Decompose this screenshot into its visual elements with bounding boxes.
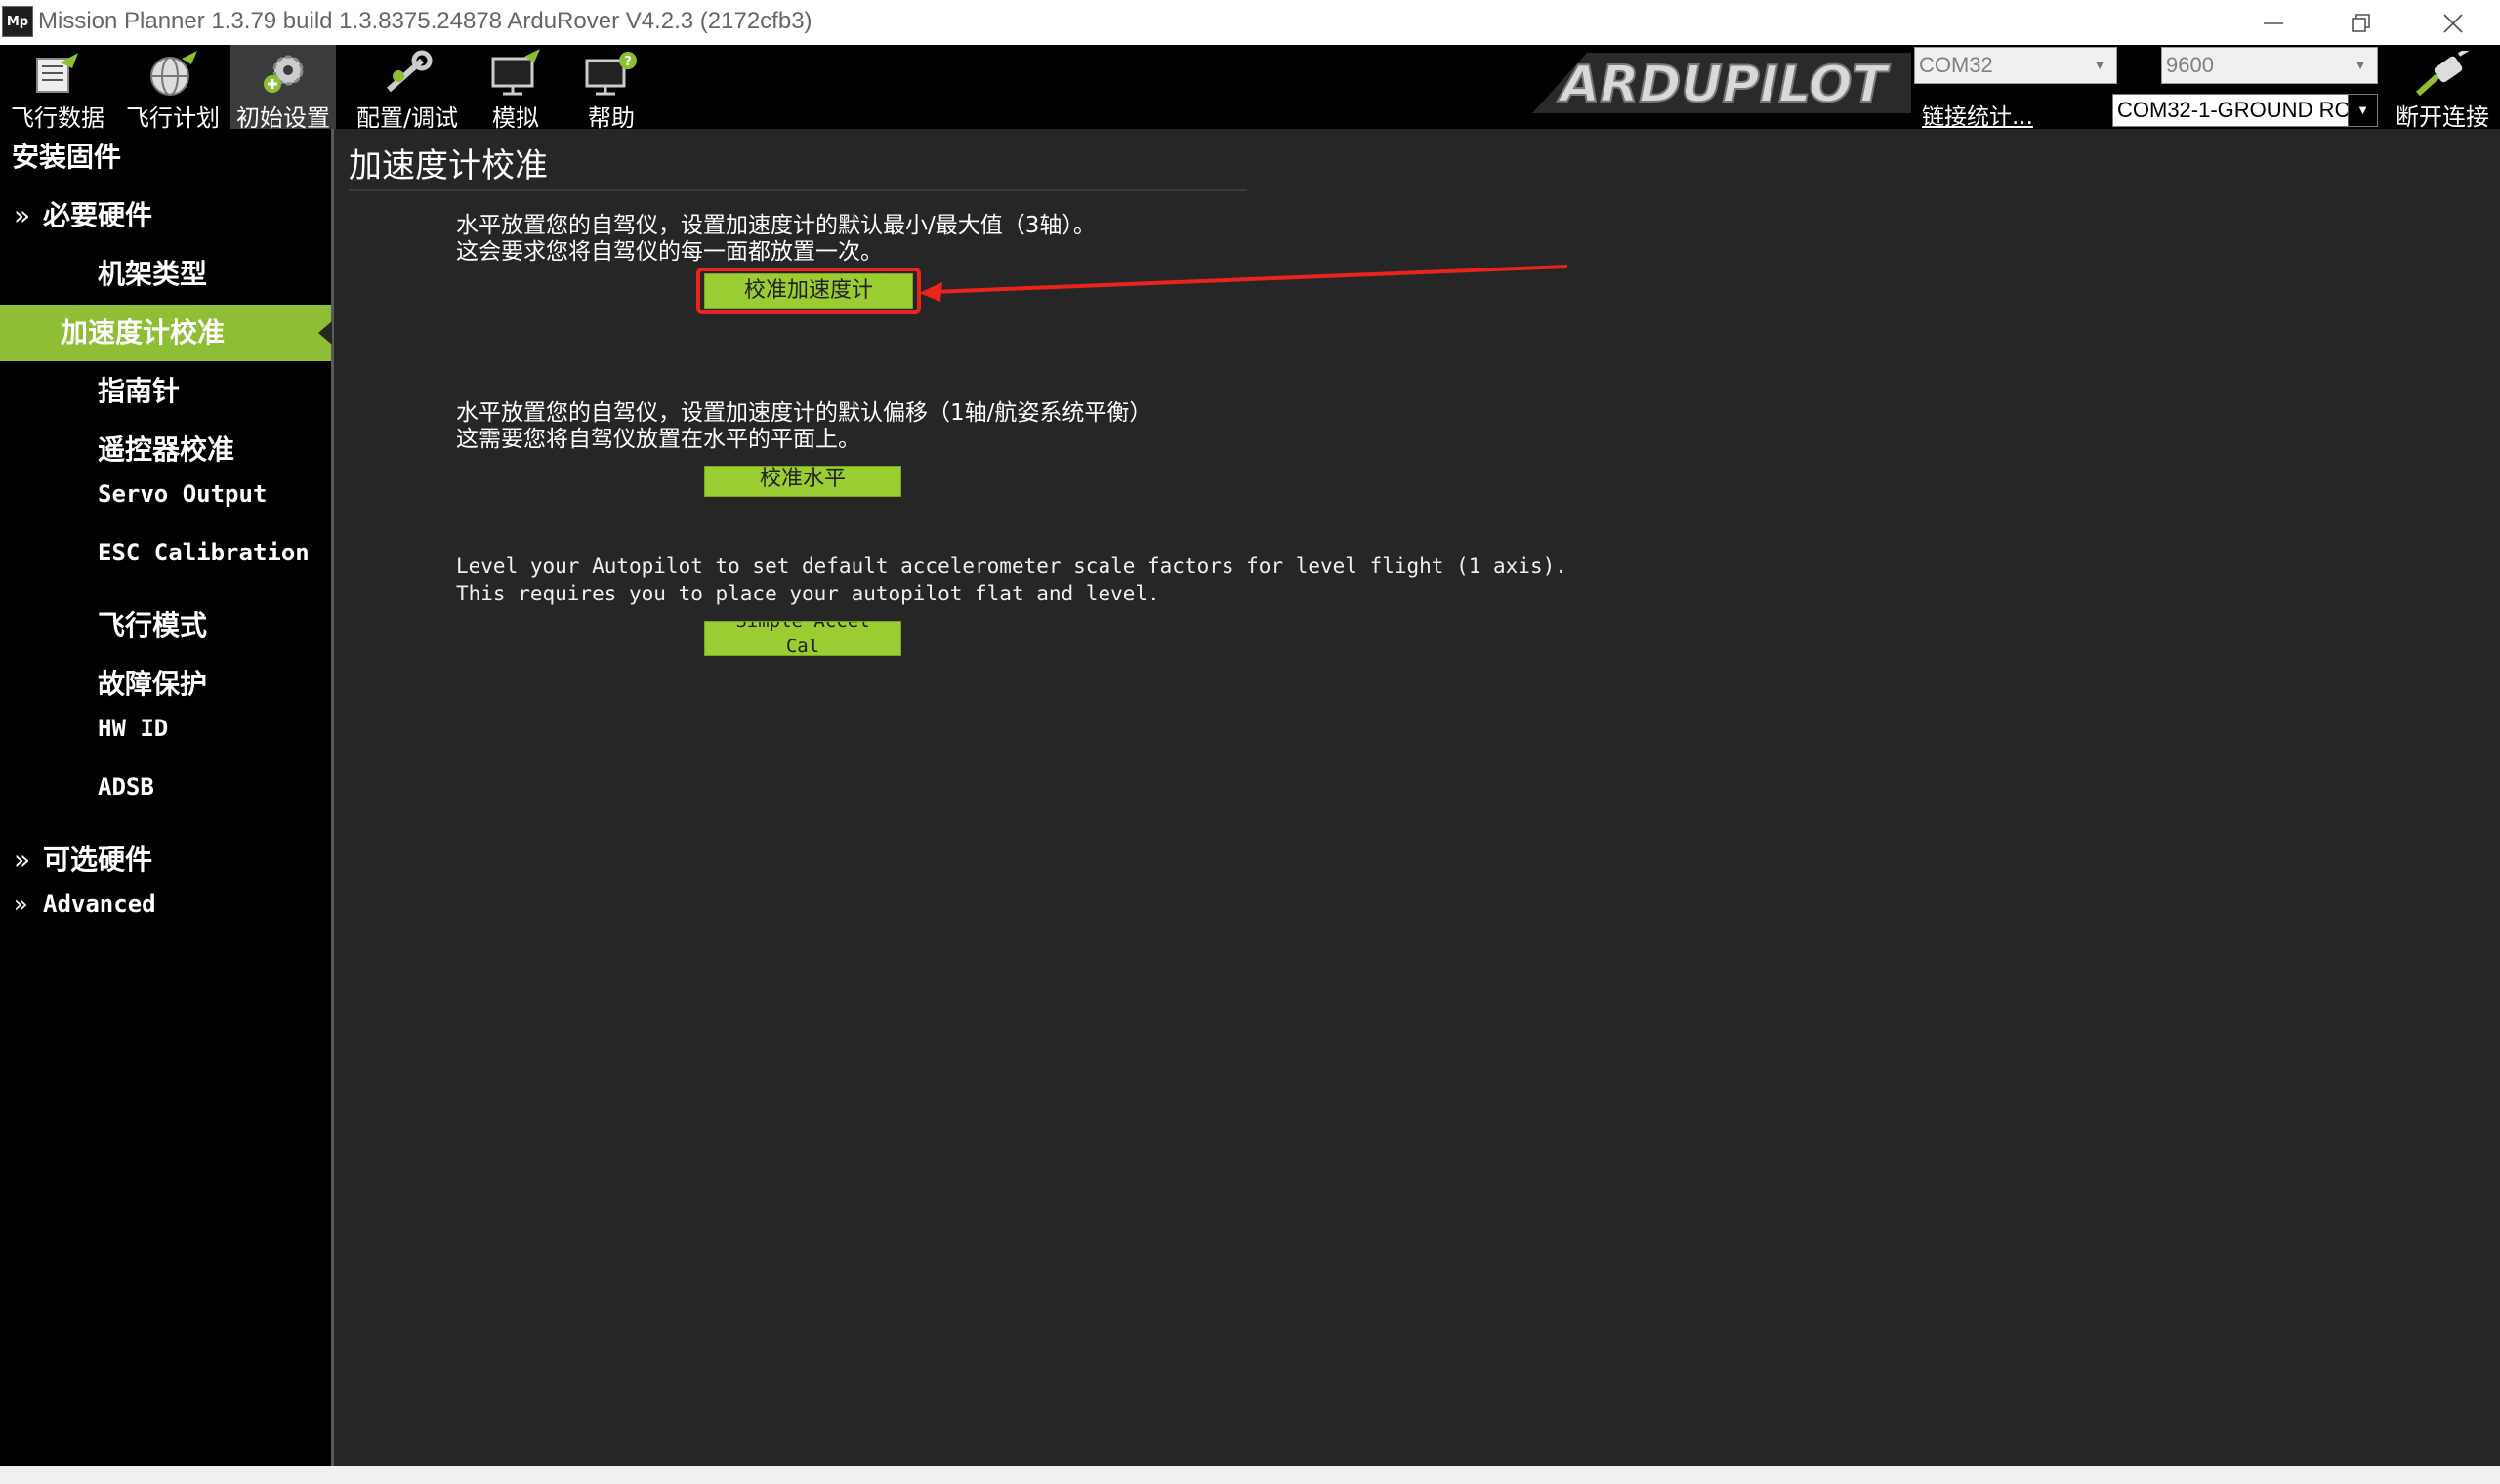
svg-text:ARDUPILOT: ARDUPILOT bbox=[1557, 56, 1891, 114]
sidebar-item-label: 遥控器校准 bbox=[98, 433, 235, 466]
sidebar-item-label: ESC Calibration bbox=[98, 539, 310, 566]
port-select[interactable]: COM32 ▼ bbox=[1914, 47, 2117, 84]
title-bar: Mp Mission Planner 1.3.79 build 1.3.8375… bbox=[0, 0, 2500, 45]
toolbar-config-tuning[interactable]: 配置/调试 bbox=[348, 45, 467, 132]
toolbar-simulation[interactable]: 模拟 bbox=[473, 45, 559, 132]
accel-calibration-panel: 加速度计校准 水平放置您的自驾仪，设置加速度计的默认最小/最大值（3轴）。 这会… bbox=[337, 129, 2500, 1466]
section3-line2: This requires you to place your autopilo… bbox=[456, 582, 1160, 605]
section2-line2: 这需要您将自驾仪放置在水平的平面上。 bbox=[456, 427, 860, 452]
baud-select[interactable]: 9600 ▼ bbox=[2161, 47, 2378, 84]
sidebar-item-accel-calibration[interactable]: 加速度计校准 bbox=[0, 305, 332, 361]
minimize-icon bbox=[2264, 22, 2283, 24]
main-toolbar: 飞行数据 飞行计划 初始设置 配置/调试 模拟 ? 帮助 ARDUPILOT C… bbox=[0, 45, 2500, 132]
simulation-icon bbox=[491, 49, 540, 96]
sidebar-item-label: 飞行模式 bbox=[98, 609, 208, 641]
double-chevron-icon: » bbox=[14, 890, 28, 918]
sidebar-item-label: Advanced bbox=[43, 890, 156, 918]
sidebar-item-label: Servo Output bbox=[98, 480, 268, 508]
minimize-button[interactable] bbox=[2229, 0, 2316, 45]
sidebar-item-label: 故障保护 bbox=[98, 668, 208, 700]
sidebar-item-hw-id[interactable]: HW ID bbox=[0, 715, 331, 771]
sidebar-item-esc-calibration[interactable]: ESC Calibration bbox=[0, 539, 331, 596]
sidebar-item-mandatory-hardware[interactable]: » 必要硬件 bbox=[0, 187, 331, 244]
sidebar-item-optional-hardware[interactable]: » 可选硬件 bbox=[0, 832, 331, 888]
initial-setup-icon bbox=[264, 55, 304, 93]
section3-line1: Level your Autopilot to set default acce… bbox=[456, 555, 1567, 578]
sidebar-item-compass[interactable]: 指南针 bbox=[0, 363, 331, 420]
page-title: 加速度计校准 bbox=[349, 146, 548, 186]
restore-icon bbox=[2352, 14, 2370, 32]
baud-value: 9600 bbox=[2166, 53, 2214, 77]
toolbar-initial-setup[interactable]: 初始设置 bbox=[230, 45, 336, 132]
section1-line1: 水平放置您的自驾仪，设置加速度计的默认最小/最大值（3轴）。 bbox=[456, 213, 1096, 238]
help-icon: ? bbox=[585, 52, 637, 96]
sidebar-item-label: 指南针 bbox=[98, 375, 181, 407]
simple-accel-cal-line2: Cal bbox=[785, 636, 820, 656]
close-button[interactable] bbox=[2408, 0, 2496, 45]
sidebar-item-label: 必要硬件 bbox=[43, 199, 153, 231]
title-divider bbox=[349, 189, 1247, 191]
app-icon: Mp bbox=[2, 6, 33, 37]
toolbar-flight-plan[interactable]: 飞行计划 bbox=[115, 45, 230, 132]
toolbar-label: 配置/调试 bbox=[355, 104, 459, 132]
flight-plan-icon bbox=[150, 51, 197, 96]
simple-accel-cal-line1: Simple Accel bbox=[735, 621, 870, 632]
window-title: Mission Planner 1.3.79 build 1.3.8375.24… bbox=[38, 8, 812, 34]
link-select[interactable]: COM32-1-GROUND RC ▼ bbox=[2112, 94, 2378, 127]
toolbar-label: 飞行数据 bbox=[11, 104, 104, 132]
close-icon bbox=[2443, 14, 2463, 33]
sidebar-item-failsafe[interactable]: 故障保护 bbox=[0, 656, 331, 713]
section2-description: 水平放置您的自驾仪，设置加速度计的默认偏移（1轴/航姿系统平衡） 这需要您将自驾… bbox=[456, 400, 1151, 453]
section2-line1: 水平放置您的自驾仪，设置加速度计的默认偏移（1轴/航姿系统平衡） bbox=[456, 400, 1152, 426]
double-chevron-icon: » bbox=[14, 199, 31, 231]
sidebar-item-advanced[interactable]: » Advanced bbox=[0, 890, 331, 947]
config-tuning-icon bbox=[387, 50, 433, 93]
chevron-down-icon: ▼ bbox=[2348, 95, 2377, 126]
toolbar-label: 帮助 bbox=[588, 104, 635, 132]
sidebar-item-label: HW ID bbox=[98, 715, 169, 742]
sidebar-item-servo-output[interactable]: Servo Output bbox=[0, 480, 331, 537]
toolbar-flight-data[interactable]: 飞行数据 bbox=[0, 45, 115, 132]
link-value: COM32-1-GROUND RC bbox=[2117, 98, 2351, 122]
sidebar-item-label: 安装固件 bbox=[12, 141, 122, 173]
sidebar-item-radio-calibration[interactable]: 遥控器校准 bbox=[0, 422, 331, 478]
plug-icon bbox=[2415, 51, 2470, 97]
calibrate-level-button[interactable]: 校准水平 bbox=[704, 466, 901, 497]
flight-data-icon bbox=[36, 53, 78, 93]
sidebar-item-adsb[interactable]: ADSB bbox=[0, 773, 331, 830]
chevron-down-icon: ▼ bbox=[2093, 58, 2106, 72]
link-stats-link[interactable]: 链接统计... bbox=[1922, 98, 2033, 131]
setup-sidebar: 安装固件 » 必要硬件 机架类型 加速度计校准 指南针 遥控器校准 Servo O… bbox=[0, 129, 334, 1466]
ardupilot-logo: ARDUPILOT bbox=[1532, 53, 1911, 115]
toolbar-label: 飞行计划 bbox=[126, 104, 220, 132]
section3-description: Level your Autopilot to set default acce… bbox=[456, 553, 1567, 607]
arrow-annotation bbox=[919, 265, 1568, 302]
toolbar-label: 初始设置 bbox=[236, 104, 330, 132]
toolbar-label: 模拟 bbox=[492, 104, 539, 132]
double-chevron-icon: » bbox=[14, 844, 31, 876]
sidebar-item-install-firmware[interactable]: 安装固件 bbox=[0, 129, 331, 186]
section1-description: 水平放置您的自驾仪，设置加速度计的默认最小/最大值（3轴）。 这会要求您将自驾仪… bbox=[456, 213, 1096, 266]
svg-text:?: ? bbox=[624, 55, 632, 69]
chevron-down-icon: ▼ bbox=[2354, 58, 2367, 72]
sidebar-item-flight-modes[interactable]: 飞行模式 bbox=[0, 598, 331, 654]
toolbar-help[interactable]: ? 帮助 bbox=[566, 45, 656, 132]
status-strip bbox=[0, 1466, 2500, 1484]
sidebar-item-label: ADSB bbox=[98, 773, 154, 801]
disconnect-label: 断开连接 bbox=[2396, 103, 2489, 131]
simple-accel-cal-button[interactable]: Simple Accel Cal bbox=[704, 621, 901, 656]
port-value: COM32 bbox=[1919, 53, 1993, 77]
restore-button[interactable] bbox=[2316, 0, 2404, 45]
sidebar-item-frame-type[interactable]: 机架类型 bbox=[0, 246, 331, 303]
sidebar-item-label: 机架类型 bbox=[98, 258, 208, 290]
sidebar-item-label: 可选硬件 bbox=[43, 844, 153, 876]
disconnect-button[interactable]: 断开连接 bbox=[2385, 45, 2500, 131]
sidebar-item-label: 加速度计校准 bbox=[61, 316, 226, 349]
highlight-annotation bbox=[696, 268, 921, 314]
